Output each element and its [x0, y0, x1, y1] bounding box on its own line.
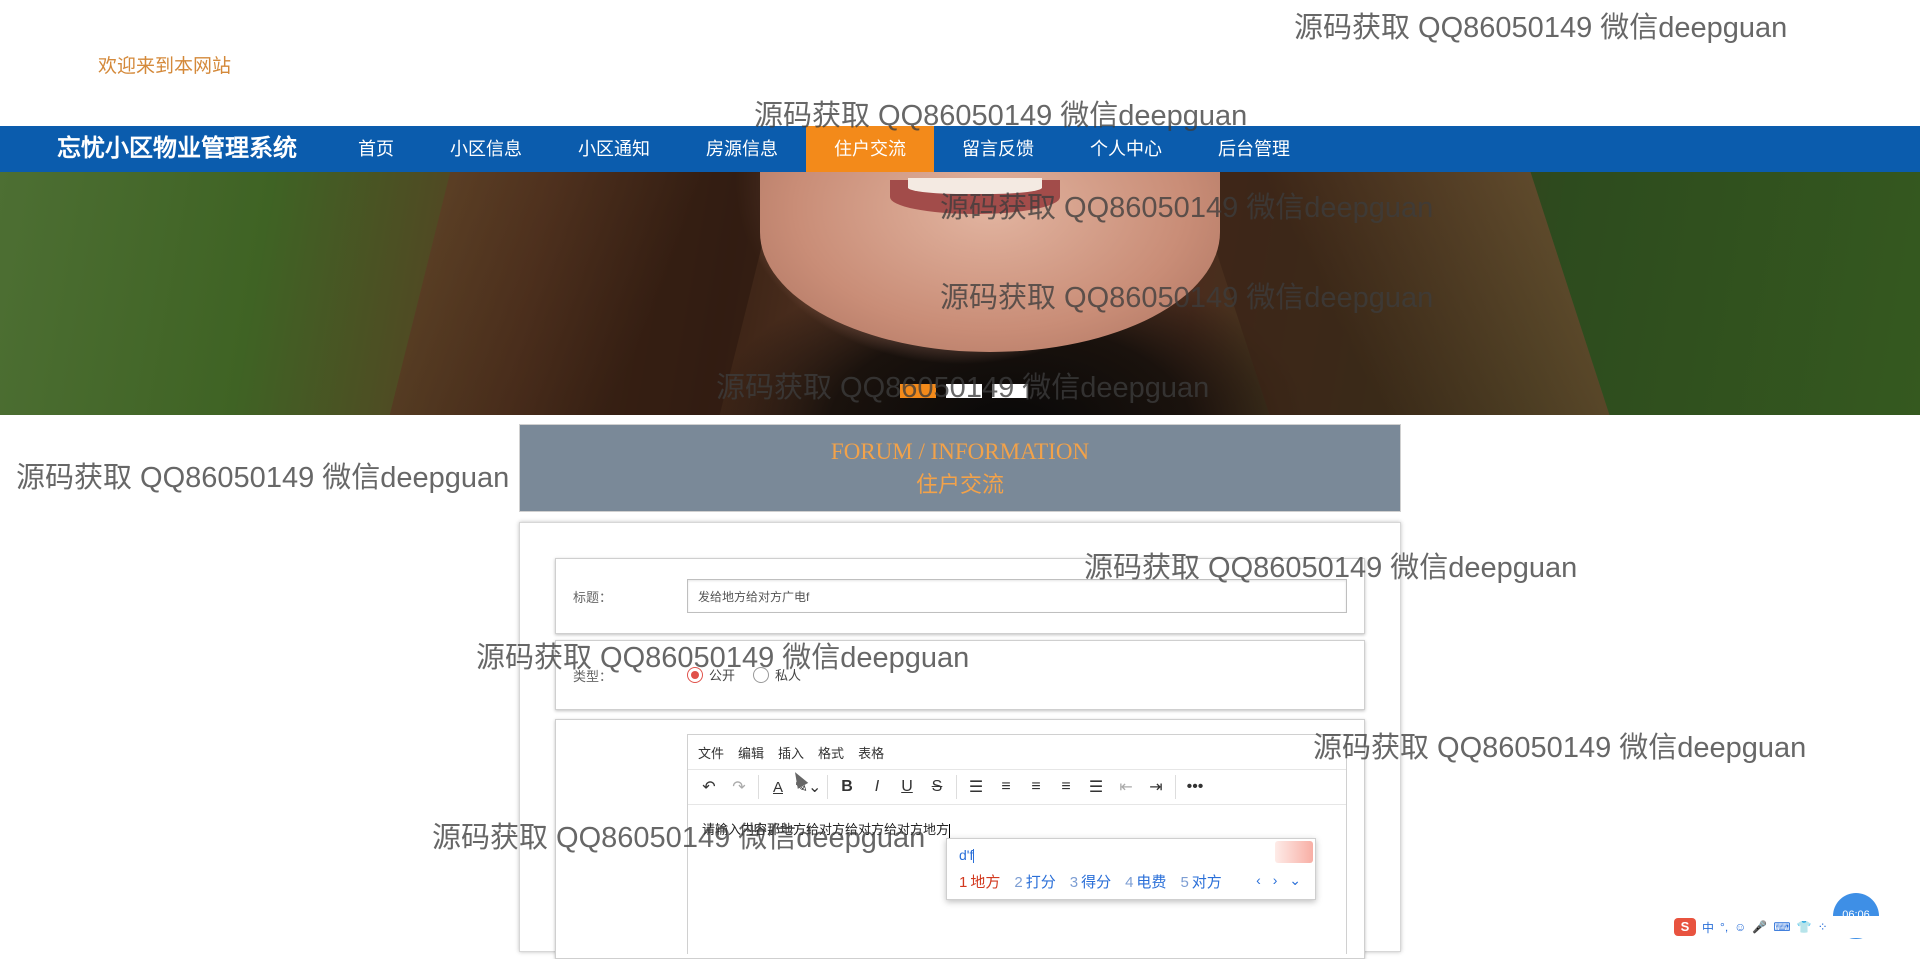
ime-toolbox-icon[interactable]: ⁘ [1818, 920, 1828, 934]
ime-candidate[interactable]: 5 对方 [1180, 871, 1221, 892]
nav-item-community-info[interactable]: 小区信息 [422, 126, 550, 172]
candidate-text: 得分 [1081, 874, 1112, 891]
ime-punctuation-icon[interactable]: °, [1720, 920, 1728, 934]
ime-candidate[interactable]: 3 得分 [1070, 871, 1111, 892]
ime-candidate-window: d'f 1 地方 2 打分 3 得分 4 电费 5 对方 ‹ › ⌄ [946, 838, 1316, 900]
align-left-icon[interactable]: ≡ [991, 773, 1021, 801]
radio-public[interactable]: 公开 [687, 665, 735, 684]
toolbar-divider [1175, 775, 1176, 799]
ime-candidate-list: 1 地方 2 打分 3 得分 4 电费 5 对方 [959, 871, 1222, 892]
ime-candidate[interactable]: 2 打分 [1014, 871, 1055, 892]
ime-emoji-icon[interactable]: ☺ [1734, 920, 1746, 934]
bold-icon[interactable]: B [832, 773, 862, 801]
candidate-text: 对方 [1191, 874, 1222, 891]
align-center-icon[interactable]: ≡ [1021, 773, 1051, 801]
ime-voice-icon[interactable]: 🎤 [1752, 920, 1767, 934]
section-title-cn: 住户交流 [915, 472, 1004, 497]
section-title-en: FORUM / INFORMATION [830, 439, 1090, 464]
candidate-number: 4 [1125, 874, 1134, 891]
ime-skin-icon[interactable]: 👕 [1797, 920, 1812, 934]
align-right-icon[interactable]: ≡ [1051, 773, 1081, 801]
strikethrough-icon[interactable]: S [922, 773, 952, 801]
font-color-icon[interactable]: A [763, 773, 793, 801]
watermark-text: 源码获取 QQ86050149 微信deepguan [16, 462, 510, 494]
candidate-number: 3 [1069, 874, 1079, 891]
menu-insert[interactable]: 插入 [778, 743, 804, 762]
menu-edit[interactable]: 编辑 [738, 743, 764, 762]
text-caret [949, 823, 951, 838]
ime-caret [973, 849, 975, 864]
title-input[interactable] [687, 579, 1347, 613]
site-brand[interactable]: 忘忧小区物业管理系统 [57, 126, 297, 172]
ime-composition: d'f [959, 847, 975, 864]
nav-item-forum[interactable]: 住户交流 [806, 126, 934, 172]
editor-text: 请输入内容那地方给对方给对方给对方地方 [702, 822, 950, 837]
italic-icon[interactable]: I [862, 773, 892, 801]
ime-status-bar: S 中 °, ☺ 🎤 ⌨ 👕 ⁘ [1668, 916, 1920, 938]
radio-private-label: 私人 [775, 668, 802, 683]
type-label: 类型： [573, 669, 613, 684]
ime-page-nav[interactable]: ‹ › ⌄ [1256, 872, 1305, 889]
carousel-dot-1[interactable] [900, 384, 936, 398]
bullet-list-icon[interactable]: ☰ [961, 773, 991, 801]
nav-item-personal-center[interactable]: 个人中心 [1062, 126, 1190, 172]
nav-item-admin[interactable]: 后台管理 [1190, 126, 1318, 172]
type-row: 类型： 公开 私人 [555, 640, 1365, 710]
menu-file[interactable]: 文件 [698, 743, 724, 762]
outdent-icon[interactable]: ⇤ [1111, 773, 1141, 801]
underline-icon[interactable]: U [892, 773, 922, 801]
nav-items: 首页 小区信息 小区通知 房源信息 住户交流 留言反馈 个人中心 后台管理 [330, 126, 1318, 172]
ime-skin-icon [1275, 841, 1313, 863]
ime-candidate[interactable]: 4 电费 [1125, 871, 1166, 892]
indent-icon[interactable]: ⇥ [1141, 773, 1171, 801]
title-row: 标题： [555, 558, 1365, 634]
toolbar-divider [827, 775, 828, 799]
candidate-number: 1 [959, 874, 968, 891]
editor-content[interactable]: 请输入内容那地方给对方给对方给对方地方 [702, 819, 951, 838]
sogou-logo-icon[interactable]: S [1674, 918, 1696, 936]
main-nav: 忘忧小区物业管理系统 首页 小区信息 小区通知 房源信息 住户交流 留言反馈 个… [0, 126, 1920, 172]
toolbar-divider [758, 775, 759, 799]
banner-image-part [389, 172, 781, 415]
type-radio-group: 公开 私人 [687, 665, 801, 684]
menu-format[interactable]: 格式 [818, 743, 844, 762]
nav-item-community-notice[interactable]: 小区通知 [550, 126, 678, 172]
editor-toolbar: ↶ ↷ A ✎⌄ B I U S ☰ ≡ ≡ ≡ ☰ ⇤ ⇥ ••• [688, 770, 1346, 805]
editor-menubar: 文件 编辑 插入 格式 表格 [688, 735, 1346, 770]
welcome-text: 欢迎来到本网站 [98, 56, 232, 77]
banner-image-part [908, 178, 1042, 194]
nav-item-housing[interactable]: 房源信息 [678, 126, 806, 172]
carousel-dot-3[interactable] [992, 384, 1028, 398]
title-label: 标题： [573, 590, 613, 605]
align-justify-icon[interactable]: ☰ [1081, 773, 1111, 801]
banner-image-part [1190, 172, 1610, 415]
candidate-text: 地方 [970, 874, 1001, 891]
banner-carousel[interactable] [0, 172, 1920, 415]
candidate-text: 电费 [1136, 874, 1167, 891]
more-icon[interactable]: ••• [1180, 773, 1210, 801]
candidate-number: 5 [1180, 874, 1189, 891]
undo-icon[interactable]: ↶ [694, 773, 724, 801]
radio-unchecked-icon[interactable] [753, 666, 770, 683]
ime-composition-text: d'f [959, 847, 974, 863]
nav-item-home[interactable]: 首页 [330, 126, 422, 172]
redo-icon[interactable]: ↷ [724, 773, 754, 801]
section-title: FORUM / INFORMATION 住户交流 [519, 424, 1401, 512]
carousel-indicators [900, 384, 1028, 398]
carousel-dot-2[interactable] [946, 384, 982, 398]
radio-checked-icon[interactable] [687, 666, 703, 683]
top-header: 欢迎来到本网站 [0, 0, 1920, 126]
candidate-text: 打分 [1025, 874, 1056, 891]
menu-table[interactable]: 表格 [858, 743, 884, 762]
candidate-number: 2 [1014, 874, 1023, 891]
radio-private[interactable]: 私人 [753, 665, 801, 684]
toolbar-divider [956, 775, 957, 799]
nav-item-feedback[interactable]: 留言反馈 [934, 126, 1062, 172]
ime-candidate[interactable]: 1 地方 [959, 871, 1000, 892]
radio-public-label: 公开 [709, 668, 736, 683]
ime-mode-icon[interactable]: 中 [1702, 919, 1714, 936]
ime-keyboard-icon[interactable]: ⌨ [1773, 920, 1790, 934]
